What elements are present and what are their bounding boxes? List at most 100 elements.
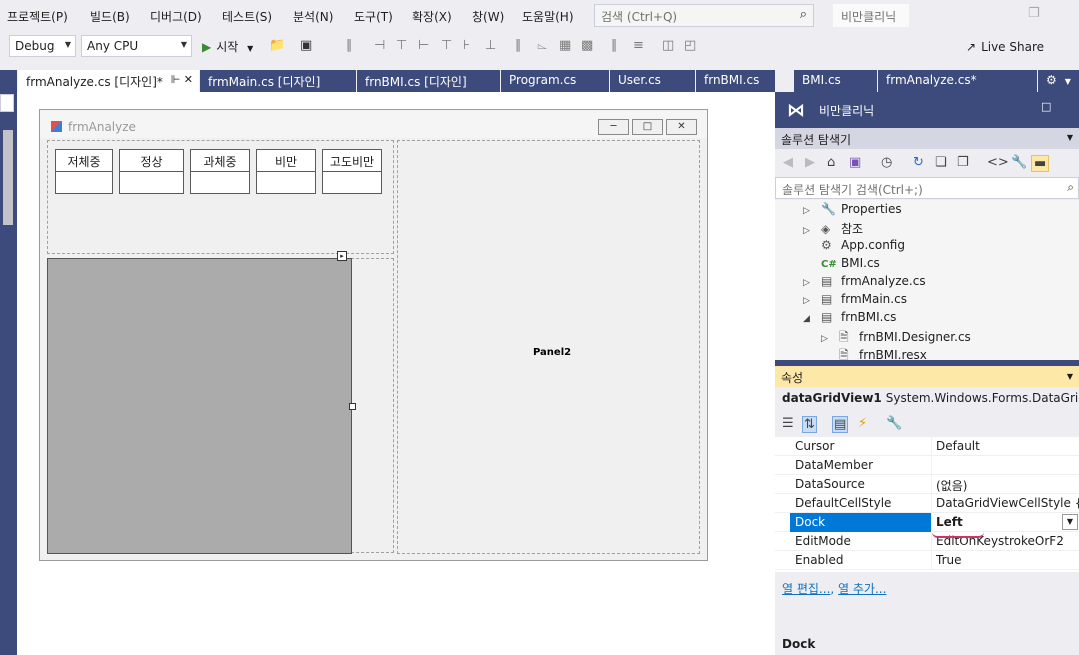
tab-program[interactable]: Program.cs [500, 70, 609, 92]
category-box-normal[interactable]: 정상 [119, 149, 184, 194]
expand-icon[interactable]: ▷ [803, 278, 821, 288]
search-input[interactable]: 검색 (Ctrl+Q) ⌕ [594, 4, 814, 27]
view-code-icon[interactable]: <> [987, 155, 1009, 170]
property-value[interactable]: Left [931, 513, 1079, 532]
center-vertically-icon[interactable]: ◰ [684, 38, 696, 53]
same-size-icon[interactable]: ▦ [559, 38, 571, 53]
resize-handle[interactable] [349, 403, 356, 410]
tree-item-frnbmi-designer[interactable]: ▷ 🗎 frnBMI.Designer.cs [821, 328, 971, 346]
tree-item-frnbmi[interactable]: ◢ ▤ frnBMI.cs [803, 310, 896, 328]
property-value[interactable]: Default [931, 437, 1079, 456]
property-value[interactable] [931, 456, 1079, 475]
edit-columns-link[interactable]: 열 편집... [782, 582, 830, 596]
expand-icon[interactable]: ▷ [803, 206, 821, 216]
chevron-down-icon[interactable]: ▼ [1062, 514, 1078, 530]
properties-view-icon[interactable]: ▤ [832, 416, 849, 433]
menu-project[interactable]: 프로젝트(P) [7, 8, 68, 25]
menu-test[interactable]: 테스트(S) [222, 8, 272, 25]
menu-build[interactable]: 빌드(B) [90, 8, 130, 25]
property-row-defaultcellstyle[interactable]: DefaultCellStyle DataGridViewCellStyle { … [775, 494, 1079, 513]
property-row-cursor[interactable]: Cursor Default [775, 437, 1079, 456]
start-debug-button[interactable]: ▶ 시작 ▼ [202, 38, 253, 55]
close-icon[interactable]: ⊩ ✕ [171, 73, 193, 86]
layout-icon[interactable]: ▣ [300, 38, 312, 53]
show-all-files-icon[interactable]: ❐ [957, 155, 969, 170]
preview-icon[interactable]: ▬ [1031, 155, 1050, 172]
chevron-down-icon[interactable]: ▼ [1067, 372, 1073, 381]
gear-icon[interactable]: ⚙ [1046, 73, 1057, 87]
maximize-icon[interactable]: □ [1041, 100, 1051, 113]
tab-frnbmi-design[interactable]: frnBMI.cs [디자인] [356, 70, 500, 92]
tab-frmmain-design[interactable]: frmMain.cs [디자인] [199, 70, 356, 92]
collapse-icon[interactable]: ◢ [803, 314, 821, 324]
align-center-icon[interactable]: ⊤ [396, 38, 407, 53]
expand-icon[interactable]: ▷ [803, 296, 821, 306]
home-icon[interactable]: ⌂ [827, 155, 835, 170]
align-bottom-icon[interactable]: ⊥ [485, 38, 496, 53]
refresh-icon[interactable]: ↻ [913, 155, 924, 170]
property-row-datasource[interactable]: DataSource (없음) [775, 475, 1079, 494]
events-icon[interactable]: ⚡ [858, 416, 867, 431]
live-share-button[interactable]: ↗ Live Share [966, 40, 1044, 54]
wrench-icon[interactable]: 🔧 [1011, 155, 1027, 170]
same-width-icon[interactable]: ∥ [515, 38, 522, 53]
category-box-severe-obese[interactable]: 고도비만 [322, 149, 382, 194]
add-column-link[interactable]: 열 추가... [838, 582, 886, 596]
menu-window[interactable]: 창(W) [472, 8, 504, 25]
expand-icon[interactable]: ▷ [803, 226, 821, 236]
size-to-grid-icon[interactable]: ▩ [581, 38, 593, 53]
tree-item-properties[interactable]: ▷ 🔧 Properties [803, 202, 902, 220]
align-middle-icon[interactable]: ⊦ [463, 38, 470, 53]
chevron-down-icon[interactable]: ▼ [1065, 77, 1071, 86]
pending-changes-icon[interactable]: ◷ [881, 155, 892, 170]
align-left-icon[interactable]: ⊣ [374, 38, 385, 53]
platform-dropdown[interactable]: Any CPU ▼ [81, 35, 192, 57]
folder-icon[interactable]: 📁 [269, 38, 285, 53]
chevron-down-icon[interactable]: ▼ [1067, 133, 1073, 142]
alphabetical-icon[interactable]: ⇅ [802, 416, 817, 433]
align-right-icon[interactable]: ⊢ [418, 38, 429, 53]
menu-analyze[interactable]: 분석(N) [293, 8, 333, 25]
tree-item-app-config[interactable]: ⚙ App.config [803, 238, 905, 256]
tree-item-references[interactable]: ▷ ◈ 참조 [803, 220, 863, 238]
restore-window-icon[interactable]: ❐ [1028, 6, 1040, 21]
same-height-icon[interactable]: ⌳ [537, 38, 547, 53]
wrench-icon[interactable]: 🔧 [886, 416, 902, 431]
menu-help[interactable]: 도움말(H) [522, 8, 574, 25]
properties-object-selector[interactable]: dataGridView1 System.Windows.Forms.DataGr… [775, 389, 1079, 409]
property-row-datamember[interactable]: DataMember [775, 456, 1079, 475]
menu-extensions[interactable]: 확장(X) [412, 8, 452, 25]
tree-item-bmi-cs[interactable]: C# BMI.cs [803, 256, 880, 274]
data-grid-view[interactable] [47, 258, 352, 554]
form-designer-window[interactable]: frmAnalyze ─ □ ✕ 저체중 정상 과체중 비만 고도비만 ▸ Pa… [39, 109, 708, 561]
forward-icon[interactable]: ▶ [805, 155, 815, 170]
tree-item-frmanalyze[interactable]: ▷ ▤ frmAnalyze.cs [803, 274, 926, 292]
tab-frmanalyze-code[interactable]: frmAnalyze.cs* [877, 70, 1037, 92]
toolbox-dropdown[interactable] [0, 94, 14, 112]
tab-frmanalyze-design[interactable]: frmAnalyze.cs [디자인]* ⊩ ✕ [17, 70, 199, 92]
panel2[interactable]: Panel2 [397, 140, 700, 554]
property-row-dock[interactable]: Dock Left ▼ [775, 513, 1079, 532]
switch-view-icon[interactable]: ▣ [849, 155, 861, 170]
back-icon[interactable]: ◀ [783, 155, 793, 170]
tab-user[interactable]: User.cs [609, 70, 695, 92]
property-value[interactable]: (없음) [931, 475, 1079, 494]
property-row-enabled[interactable]: Enabled True [775, 551, 1079, 570]
category-box-underweight[interactable]: 저체중 [55, 149, 113, 194]
tab-bmi[interactable]: BMI.cs [793, 70, 877, 92]
align-top-icon[interactable]: ⊤ [441, 38, 452, 53]
property-value[interactable]: True [931, 551, 1079, 570]
horizontal-spacing-icon[interactable]: ∥ [611, 38, 618, 53]
property-value[interactable]: DataGridViewCellStyle { Ba [931, 494, 1079, 513]
vertical-spacing-icon[interactable]: ≡ [633, 38, 644, 53]
configuration-dropdown[interactable]: Debug ▼ [9, 35, 76, 57]
category-box-obese[interactable]: 비만 [256, 149, 316, 194]
menu-debug[interactable]: 디버그(D) [150, 8, 202, 25]
tree-item-frmmain[interactable]: ▷ ▤ frmMain.cs [803, 292, 907, 310]
align-icon[interactable]: ∥ [346, 38, 353, 53]
toolbox-scrollbar[interactable] [3, 130, 13, 225]
collapse-all-icon[interactable]: ❏ [935, 155, 947, 170]
solution-search-input[interactable]: 솔루션 탐색기 검색(Ctrl+;) ⌕ [775, 177, 1079, 199]
category-box-overweight[interactable]: 과체중 [190, 149, 250, 194]
categorized-icon[interactable]: ☰ [782, 416, 794, 431]
